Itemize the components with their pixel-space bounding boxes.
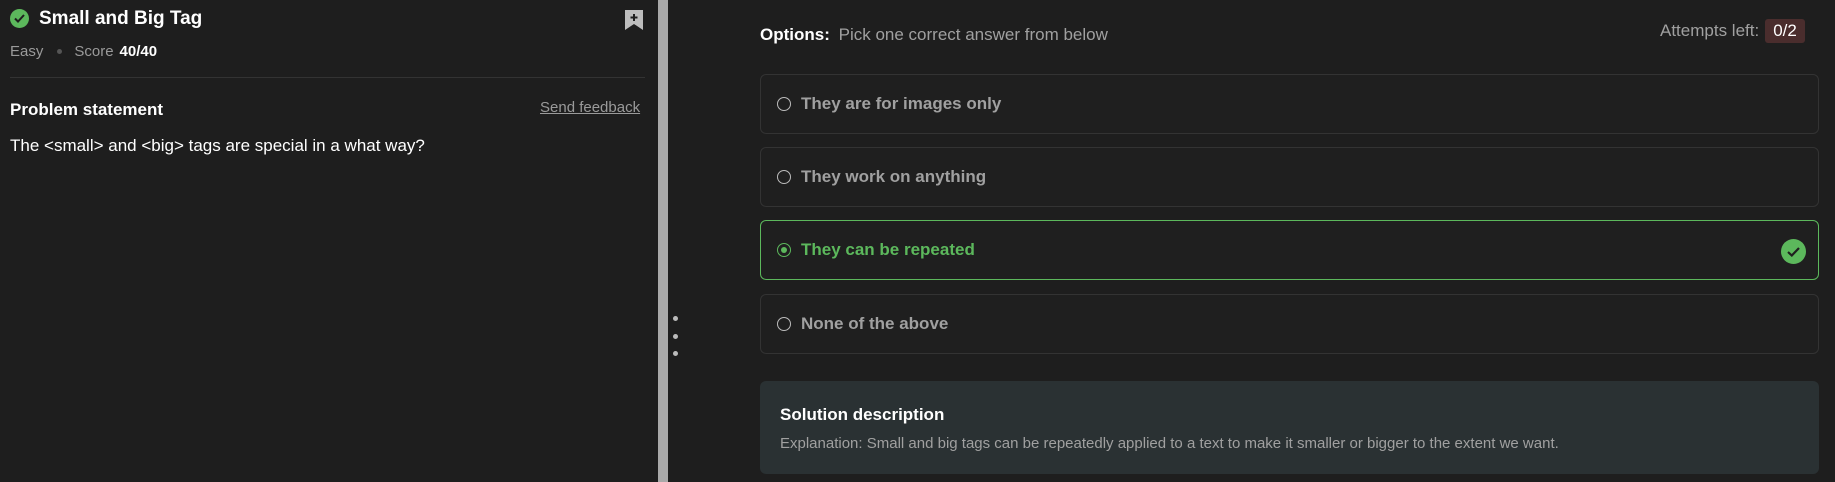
radio-button[interactable] [777,97,791,111]
radio-button[interactable] [777,170,791,184]
panel-splitter[interactable] [658,0,668,482]
options-label: Options: [760,25,830,44]
attempts-indicator: Attempts left: 0/2 [1660,19,1805,43]
attempts-badge: 0/2 [1765,19,1805,43]
option-2[interactable]: They work on anything [760,147,1819,207]
separator-dot [57,49,63,54]
option-3[interactable]: They can be repeated [760,220,1819,280]
attempts-label: Attempts left: [1660,21,1760,40]
difficulty-label: Easy [10,43,44,60]
check-circle-icon [1781,239,1806,264]
problem-statement-text: The <small> and <big> tags are special i… [10,136,425,155]
radio-button[interactable] [777,243,791,257]
option-label: They are for images only [801,94,1002,113]
problem-title: Small and Big Tag [39,8,203,29]
send-feedback-link[interactable]: Send feedback [540,99,640,116]
divider [10,77,645,78]
drag-handle-icon[interactable] [672,316,678,356]
solution-title: Solution description [780,405,945,424]
solution-panel: Solution description Explanation: Small … [760,381,1819,474]
option-1[interactable]: They are for images only [760,74,1819,134]
options-hint: Pick one correct answer from below [838,25,1108,44]
option-label: They can be repeated [801,240,975,259]
bookmark-plus-icon[interactable] [623,8,645,32]
option-4[interactable]: None of the above [760,294,1819,354]
solution-text: Explanation: Small and big tags can be r… [780,435,1559,452]
radio-button[interactable] [777,317,791,331]
check-circle-icon [10,9,29,28]
problem-meta: Easy Score 40/40 [10,43,157,60]
score-value: 40/40 [119,43,158,60]
options-heading: Options: Pick one correct answer from be… [760,25,1108,45]
option-label: None of the above [801,314,949,333]
problem-panel: Small and Big Tag Easy Score 40/40 Probl… [0,0,656,482]
problem-statement-heading: Problem statement [10,100,164,119]
option-label: They work on anything [801,167,987,186]
score-label: Score [74,43,114,60]
